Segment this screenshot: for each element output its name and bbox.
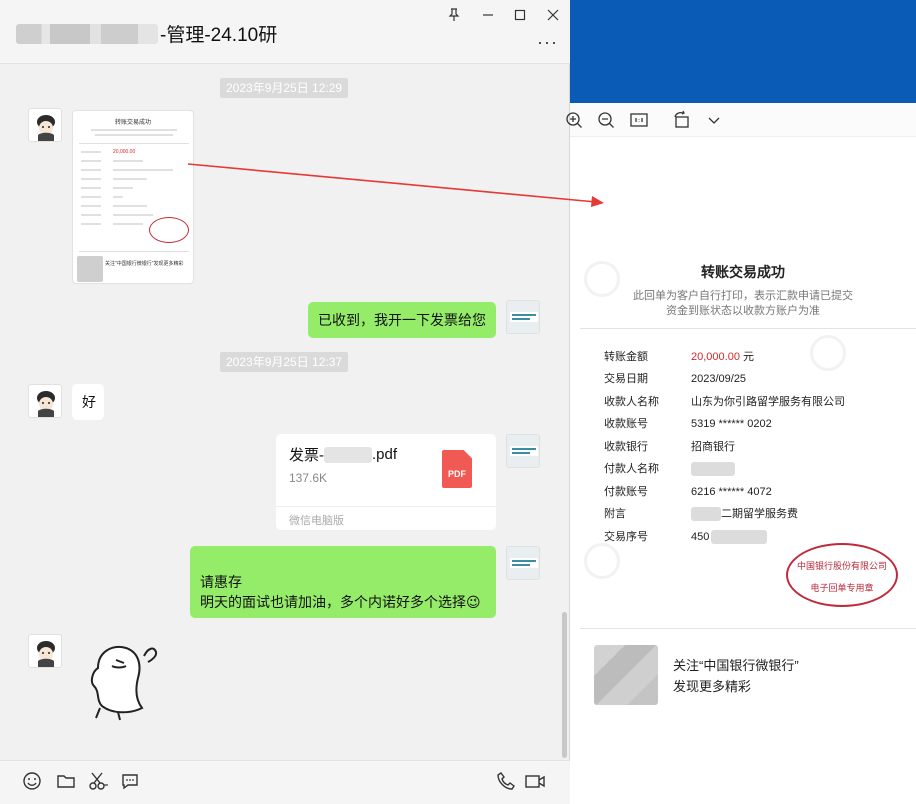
actual-size-icon[interactable]	[629, 110, 649, 130]
thumbnail-title: 转账交易成功	[114, 120, 151, 126]
file-name: 发票- .pdf	[289, 446, 398, 464]
image-viewer: 转账交易成功 此回单为客户自行打印，表示汇款申请已提交 资金到账状态以收款方账户…	[566, 103, 916, 804]
chevron-down-icon[interactable]	[704, 110, 724, 130]
receipt-note: 此回单为客户自行打印，表示汇款申请已提交	[633, 290, 853, 302]
receipt-value: 5319 ****** 0202	[691, 418, 772, 430]
timestamp: 2023年9月25日 12:37	[220, 352, 349, 372]
receipt-label: 收款账号	[604, 418, 648, 430]
avatar-self[interactable]	[506, 546, 540, 580]
avatar[interactable]	[28, 108, 62, 142]
maximize-icon[interactable]	[508, 4, 532, 26]
scrollbar[interactable]	[562, 612, 567, 758]
message-line: 明天的面试也请加油，多个内诺好多个选择😉	[200, 594, 481, 610]
folder-icon[interactable]	[56, 771, 78, 793]
chat-title-text: -管理-24.10研	[160, 25, 278, 46]
receipt-label: 收款银行	[604, 441, 648, 453]
input-toolbar	[0, 760, 570, 804]
blurred-serial	[711, 530, 768, 544]
avatar[interactable]	[28, 634, 62, 668]
desktop-background	[570, 0, 916, 103]
thumbnail-seal	[149, 217, 189, 243]
message-bubble-received[interactable]: 好	[72, 384, 104, 420]
rotate-icon[interactable]	[672, 110, 692, 130]
thumbnail-amount: 20,000.00	[113, 149, 136, 155]
scissors-icon[interactable]	[88, 771, 110, 793]
receipt-label: 收款人名称	[604, 396, 659, 408]
watermark-logo	[584, 543, 620, 579]
blurred-payer-name	[691, 462, 735, 476]
receipt-label: 付款人名称	[604, 463, 659, 475]
file-source: 微信电脑版	[289, 515, 344, 527]
chat-header: -管理-24.10研 ···	[0, 0, 570, 64]
message-bubble-sent[interactable]: 已收到，我开一下发票给您	[308, 302, 496, 338]
wink-emoji-icon: 😉	[466, 594, 481, 610]
divider	[276, 506, 496, 507]
receipt-value	[691, 461, 735, 477]
bank-seal-stamp: 中国银行股份有限公司 电子回单专用章	[786, 543, 898, 607]
receipt-value: 2023/09/25	[691, 373, 747, 385]
timestamp: 2023年9月25日 12:29	[220, 78, 349, 98]
chat-bubble-icon[interactable]	[120, 771, 142, 793]
blurred-file-name	[324, 446, 372, 463]
pdf-file-icon: PDF	[442, 450, 472, 488]
watermark-logo	[810, 335, 846, 371]
receipt-title: 转账交易成功	[701, 264, 785, 280]
receipt-label: 付款账号	[604, 486, 648, 498]
receipt-label: 附言	[604, 508, 626, 520]
zoom-out-icon[interactable]	[596, 110, 616, 130]
qr-code-image	[594, 645, 658, 705]
message-list[interactable]: 2023年9月25日 12:29 转账交易成功 20,000.00 关注"中国银…	[0, 64, 570, 760]
chat-title: -管理-24.10研	[16, 20, 277, 47]
divider	[580, 628, 916, 629]
avatar[interactable]	[28, 384, 62, 418]
receipt-value: 6216 ****** 4072	[691, 486, 772, 498]
emoji-icon[interactable]	[22, 771, 44, 793]
seal-bottom-text: 电子回单专用章	[810, 583, 874, 593]
receipt-value: 二期留学服务费	[691, 506, 798, 522]
pin-icon[interactable]	[442, 4, 466, 26]
receipt-label: 交易序号	[604, 531, 648, 543]
blurred-memo	[691, 507, 721, 521]
phone-icon[interactable]	[496, 771, 518, 793]
receipt-thumbnail[interactable]: 转账交易成功 20,000.00 关注"中国银行微银行"发现更多精彩	[72, 110, 194, 284]
sticker-image[interactable]	[78, 638, 164, 724]
message-bubble-sent[interactable]: 请惠存 明天的面试也请加油，多个内诺好多个选择😉	[190, 546, 496, 618]
zoom-in-icon[interactable]	[564, 110, 584, 130]
minimize-icon[interactable]	[476, 4, 500, 26]
blurred-name	[16, 23, 158, 44]
thumbnail-promo: 关注"中国银行微银行"发现更多精彩	[105, 261, 184, 267]
avatar-self[interactable]	[506, 300, 540, 334]
close-icon[interactable]	[541, 4, 565, 26]
seal-top-text: 中国银行股份有限公司	[796, 561, 887, 571]
receipt-amount: 20,000.00 元	[691, 351, 754, 363]
receipt-label: 交易日期	[604, 373, 648, 385]
video-call-icon[interactable]	[524, 771, 546, 793]
receipt-value: 招商银行	[691, 441, 735, 453]
divider	[580, 328, 916, 329]
file-size: 137.6K	[289, 471, 328, 485]
promo-line: 发现更多精彩	[673, 679, 752, 694]
promo-line: 关注“中国银行微银行”	[673, 658, 799, 673]
message-line: 请惠存	[200, 574, 242, 590]
chat-window: -管理-24.10研 ··· 2023年9月25日 12:29 转账交易成功 2…	[0, 0, 570, 804]
thumbnail-qr	[77, 256, 103, 282]
viewer-toolbar	[566, 103, 916, 137]
receipt-value: 山东为你引路留学服务有限公司	[691, 396, 845, 408]
receipt-label: 转账金额	[604, 351, 648, 363]
file-message-card[interactable]: 发票- .pdf 137.6K PDF 微信电脑版	[276, 434, 496, 530]
more-options-button[interactable]: ···	[537, 32, 558, 53]
receipt-value: 450	[691, 529, 768, 545]
avatar-self[interactable]	[506, 434, 540, 468]
receipt-note: 资金到账状态以收款方账户为准	[666, 305, 820, 317]
